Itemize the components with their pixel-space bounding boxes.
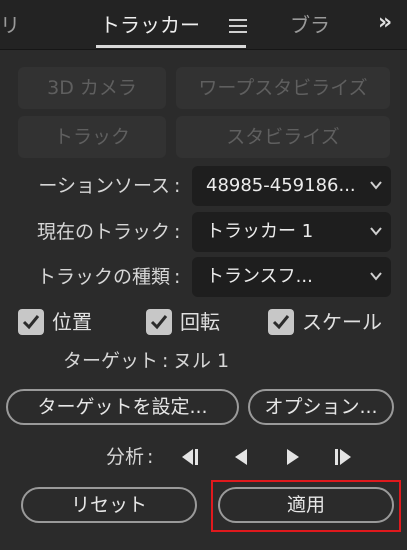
reset-button[interactable]: リセット (21, 487, 197, 523)
motion-source-label: ーションソース (38, 175, 170, 197)
track-motion-button[interactable]: トラック (18, 116, 166, 158)
analyze-forward-all-icon[interactable] (332, 447, 356, 467)
current-track-select[interactable]: トラッカー 1 (192, 212, 391, 252)
analyze-label: 分析 (105, 446, 144, 468)
analyze-forward-frame-icon[interactable] (281, 447, 305, 467)
rotation-checkbox[interactable] (146, 309, 172, 335)
target-colon: : (162, 350, 169, 372)
current-track-label: 現在のトラック (36, 221, 170, 243)
track-type-value: トランスフ... (206, 266, 313, 287)
tab-tracker[interactable]: トラッカー (100, 10, 200, 40)
tab-next[interactable]: ブラ (290, 10, 332, 40)
apply-button[interactable]: 適用 (218, 487, 394, 523)
analyze-colon: : (147, 446, 154, 468)
stabilize-motion-button[interactable]: スタビライズ (176, 116, 390, 158)
checkmark-icon (150, 315, 168, 330)
rotation-checkbox-label: 回転 (180, 310, 220, 334)
current-track-value: トラッカー 1 (206, 221, 314, 242)
chevron-down-icon (370, 227, 382, 236)
checkmark-icon (22, 315, 40, 330)
scale-checkbox[interactable] (268, 309, 294, 335)
tab-previous[interactable]: リ (0, 10, 18, 40)
track-type-label: トラックの種類 (36, 266, 170, 288)
motion-source-value: 48985-459186... (206, 175, 356, 196)
chevron-down-icon (370, 272, 382, 281)
checkmark-icon (272, 315, 290, 330)
chevron-down-icon (370, 181, 382, 190)
track-camera-button[interactable]: 3D カメラ (18, 67, 166, 109)
motion-source-colon: : (174, 175, 181, 197)
scale-checkbox-label: スケール (302, 310, 382, 334)
panel-menu-icon[interactable] (229, 19, 247, 33)
track-type-select[interactable]: トランスフ... (192, 257, 391, 297)
current-track-colon: : (174, 221, 181, 243)
panel-tab-bar (0, 0, 407, 50)
analyze-backward-frame-icon[interactable] (229, 447, 253, 467)
target-value: ヌル 1 (173, 350, 230, 372)
track-type-colon: : (174, 266, 181, 288)
options-button[interactable]: オプション... (248, 389, 394, 425)
tab-overflow-icon[interactable]: ›› (378, 10, 392, 35)
analyze-backward-all-icon[interactable] (177, 447, 201, 467)
set-target-button[interactable]: ターゲットを設定... (6, 389, 239, 425)
motion-source-select[interactable]: 48985-459186... (192, 166, 391, 206)
position-checkbox-label: 位置 (52, 310, 92, 334)
position-checkbox[interactable] (18, 309, 44, 335)
target-label: ターゲット (62, 350, 158, 372)
active-tab-underline (96, 45, 246, 48)
warp-stabilize-button[interactable]: ワープスタビライズ (176, 67, 390, 109)
